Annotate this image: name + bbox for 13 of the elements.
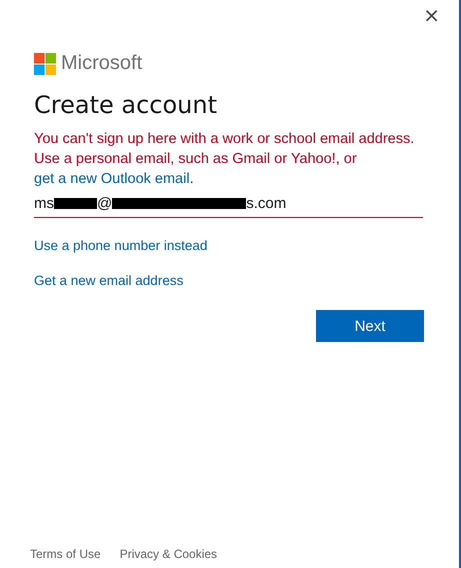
footer-link[interactable]: Terms of Use [30,547,101,561]
option-link[interactable]: Use a phone number instead [34,238,208,253]
option-link[interactable]: Get a new email address [34,273,184,288]
next-button[interactable]: Next [316,310,424,342]
close-button[interactable]: × [421,4,442,26]
error-message: You can't sign up here with a work or school email address. Use a personal email, such as Gmail or Yahoo!, or get a new Outlook email. [34,130,416,189]
redaction-bar [54,198,97,208]
page-title: Create account [34,91,218,119]
footer-link[interactable]: Privacy & Cookies [120,547,218,561]
brand-name: Microsoft [61,52,142,75]
email-field[interactable]: ms @ s.com [34,189,423,218]
outlook-link[interactable]: get a new Outlook email [34,171,190,187]
logo-icon [34,52,56,74]
